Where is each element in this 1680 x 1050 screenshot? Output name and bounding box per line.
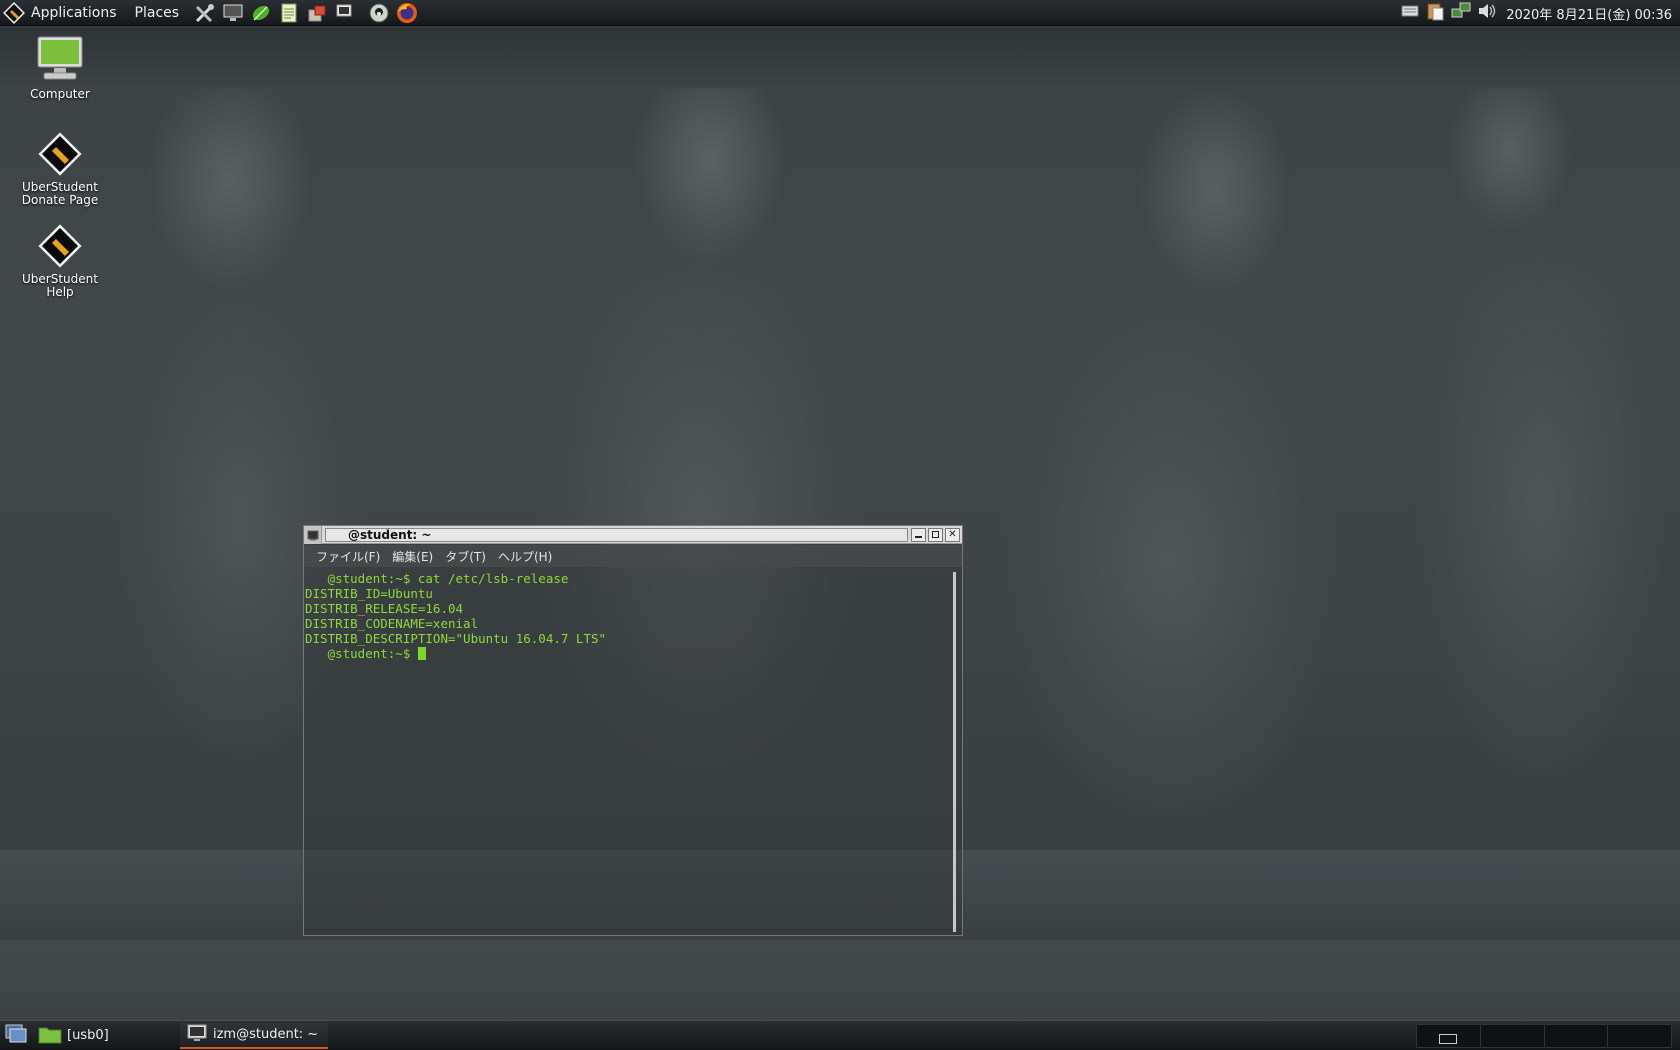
terminal-line: DISTRIB_ID=Ubuntu xyxy=(305,586,433,601)
leaf-app-icon[interactable] xyxy=(248,1,273,25)
desktop-icon-donate-page[interactable]: UberStudent Donate Page xyxy=(5,130,115,207)
system-tray: 2020年 8月21日(金) 00:36 xyxy=(1400,0,1672,26)
workspace-2[interactable] xyxy=(1481,1025,1545,1047)
uberstudent-help-icon xyxy=(36,222,84,273)
network-icon[interactable] xyxy=(1450,0,1472,26)
taskbar-item-terminal[interactable]: izm@student: ~ xyxy=(180,1022,328,1049)
terminal-cursor xyxy=(417,647,426,660)
close-icon: ✕ xyxy=(948,529,957,540)
terminal-prompt: @student:~$ xyxy=(305,646,418,661)
bottom-panel: [usb0] izm@student: ~ xyxy=(0,1020,1680,1050)
computer-icon xyxy=(34,35,86,86)
menu-file[interactable]: ファイル(F) xyxy=(310,548,386,565)
menu-edit[interactable]: 編集(E) xyxy=(386,548,439,565)
minimize-icon xyxy=(915,536,922,538)
desktop-icon-computer[interactable]: Computer xyxy=(5,35,115,101)
display-monitor-icon[interactable] xyxy=(220,1,245,25)
desktop-icon-help[interactable]: UberStudent Help xyxy=(5,222,115,299)
window-title: @student: ~ xyxy=(325,527,908,542)
show-desktop-icon xyxy=(4,1023,28,1049)
applications-label: Applications xyxy=(31,4,117,21)
taskbar-item-label: izm@student: ~ xyxy=(213,1027,319,1042)
close-button[interactable]: ✕ xyxy=(945,527,960,542)
desktop-icon-label-line2: Donate Page xyxy=(21,193,99,207)
desktop-icon-label: Computer xyxy=(30,87,90,101)
places-menu[interactable]: Places xyxy=(126,0,189,26)
applications-menu[interactable]: Applications xyxy=(0,0,126,26)
terminal-line: DISTRIB_CODENAME=xenial xyxy=(305,616,479,631)
show-desktop-button[interactable] xyxy=(0,1023,32,1049)
volume-icon[interactable] xyxy=(1476,0,1498,26)
terminal-prompt-line: @student:~$ xyxy=(305,646,954,661)
workspace-switcher[interactable] xyxy=(1416,1024,1672,1048)
uberstudent-logo-icon xyxy=(3,1,25,24)
taskbar-item-label: [usb0] xyxy=(67,1028,109,1043)
menu-tabs[interactable]: タブ(T) xyxy=(439,548,492,565)
workspace-4[interactable] xyxy=(1608,1025,1671,1047)
terminal-output[interactable]: @student:~$ cat /etc/lsb-release DISTRIB_… xyxy=(304,569,954,935)
terminal-line: @student:~$ cat /etc/lsb-release xyxy=(305,571,569,586)
terminal-line: DISTRIB_DESCRIPTION="Ubuntu 16.04.7 LTS" xyxy=(305,631,607,646)
workspace-window-thumbnail xyxy=(1439,1034,1458,1044)
terminal-menubar: ファイル(F) 編集(E) タブ(T) ヘルプ(H) xyxy=(304,545,962,567)
workspace-1[interactable] xyxy=(1417,1025,1481,1047)
taskbar-item-usb0[interactable]: [usb0] xyxy=(32,1023,180,1049)
uberstudent-donate-icon xyxy=(36,130,84,181)
launcher-bar xyxy=(192,1,419,25)
places-label: Places xyxy=(134,4,180,21)
text-editor-icon[interactable] xyxy=(276,1,301,25)
restore-icon xyxy=(932,531,939,538)
clock[interactable]: 2020年 8月21日(金) 00:36 xyxy=(1506,4,1672,23)
terminal-scrollbar[interactable] xyxy=(953,572,956,932)
folder-icon xyxy=(38,1024,62,1048)
window-menu-icon[interactable] xyxy=(304,525,322,544)
clipboard-icon[interactable] xyxy=(1424,0,1446,26)
terminal-icon xyxy=(186,1023,208,1047)
settings-tools-icon[interactable] xyxy=(192,1,217,25)
package-manager-icon[interactable] xyxy=(304,1,329,25)
top-panel: Applications Places 2020年 8月21日(金) 00:36 xyxy=(0,0,1680,26)
workspace-3[interactable] xyxy=(1545,1025,1609,1047)
terminal-launcher-icon[interactable] xyxy=(332,1,357,25)
terminal-window[interactable]: @student: ~ ✕ ファイル(F) 編集(E) タブ(T) ヘルプ(H)… xyxy=(303,525,963,936)
menu-help[interactable]: ヘルプ(H) xyxy=(492,548,558,565)
penguin-app-icon[interactable] xyxy=(366,1,391,25)
minimize-button[interactable] xyxy=(911,527,926,542)
firefox-icon[interactable] xyxy=(394,1,419,25)
terminal-titlebar[interactable]: @student: ~ ✕ xyxy=(304,525,962,544)
keyboard-icon[interactable] xyxy=(1400,1,1420,25)
desktop-icon-label-line2: Help xyxy=(46,285,74,299)
terminal-line: DISTRIB_RELEASE=16.04 xyxy=(305,601,464,616)
maximize-button[interactable] xyxy=(928,527,943,542)
